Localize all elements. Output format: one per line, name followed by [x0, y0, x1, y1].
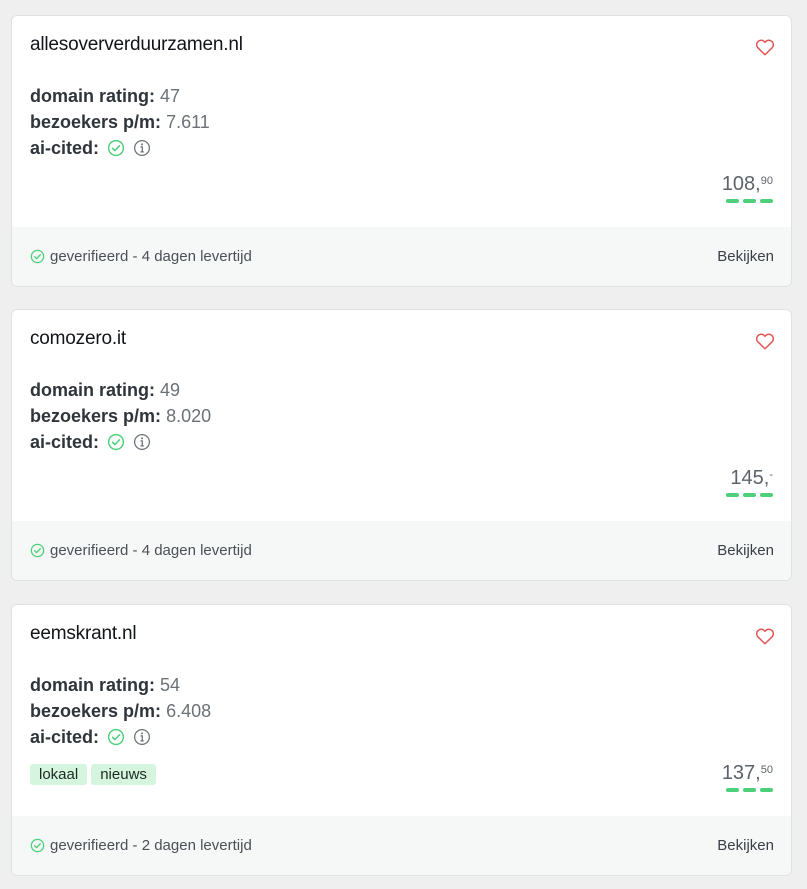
domain-name[interactable]: allesoververduurzamen.nl	[30, 34, 243, 56]
listing-card-footer: geverifieerd - 4 dagen levertijd Bekijke…	[12, 521, 791, 580]
heart-outline-icon[interactable]	[755, 332, 775, 350]
listing-card-footer: geverifieerd - 2 dagen levertijd Bekijke…	[12, 816, 791, 875]
heart-outline-icon[interactable]	[755, 38, 775, 56]
price-indicator-dash	[726, 199, 739, 203]
listing-card: comozero.it domain rating: 49 bezoekers …	[11, 309, 792, 581]
price-indicator-dash	[726, 788, 739, 792]
price-indicator	[722, 788, 773, 792]
stats-block: domain rating: 49 bezoekers p/m: 8.020 a…	[30, 377, 211, 455]
verified-status: geverifieerd - 2 dagen levertijd	[30, 837, 252, 854]
ai-cited-row: ai-cited:	[30, 724, 211, 750]
listing-card-body: comozero.it domain rating: 49 bezoekers …	[12, 310, 791, 522]
domain-name[interactable]: comozero.it	[30, 328, 126, 350]
visitors-row: bezoekers p/m: 7.611	[30, 109, 210, 135]
visitors-label: bezoekers p/m:	[30, 701, 162, 721]
domain-rating-label: domain rating:	[30, 675, 155, 695]
view-button[interactable]: Bekijken	[717, 542, 774, 559]
visitors-label: bezoekers p/m:	[30, 112, 162, 132]
price-main: 137,	[721, 762, 761, 784]
domain-rating-value: 47	[160, 86, 181, 106]
price-indicator-dash	[726, 493, 739, 497]
domain-rating-row: domain rating: 47	[30, 83, 210, 109]
listing-card-body: allesoververduurzamen.nl domain rating: …	[12, 16, 791, 228]
price-indicator	[722, 199, 773, 203]
check-circle-icon	[107, 728, 125, 746]
visitors-value: 8.020	[166, 406, 212, 426]
listing-card-footer: geverifieerd - 4 dagen levertijd Bekijke…	[12, 227, 791, 286]
ai-cited-row: ai-cited:	[30, 429, 211, 455]
price-main: 108,	[721, 173, 761, 195]
visitors-value: 7.611	[166, 112, 210, 132]
stats-block: domain rating: 54 bezoekers p/m: 6.408 a…	[30, 672, 211, 750]
price-indicator-dash	[760, 788, 773, 792]
check-circle-icon	[107, 433, 125, 451]
visitors-row: bezoekers p/m: 8.020	[30, 403, 211, 429]
verified-status: geverifieerd - 4 dagen levertijd	[30, 542, 252, 559]
price-cents: -	[769, 469, 773, 481]
heart-outline-icon[interactable]	[755, 627, 775, 645]
info-circle-icon[interactable]	[133, 433, 151, 451]
ai-cited-label: ai-cited:	[30, 432, 100, 452]
view-button[interactable]: Bekijken	[717, 837, 774, 854]
price-indicator-dash	[760, 199, 773, 203]
verified-status-text: geverifieerd - 4 dagen levertijd	[50, 542, 252, 559]
price-cents: 90	[760, 175, 773, 187]
info-circle-icon[interactable]	[133, 139, 151, 157]
verified-status-text: geverifieerd - 2 dagen levertijd	[50, 837, 252, 854]
tag-lokaal[interactable]: lokaal	[30, 764, 88, 785]
price-cents: 50	[760, 764, 773, 776]
price-indicator-dash	[743, 493, 756, 497]
verified-status-text: geverifieerd - 4 dagen levertijd	[50, 248, 252, 265]
price-indicator-dash	[743, 199, 756, 203]
listing-card-body: eemskrant.nl domain rating: 54 bezoekers…	[12, 605, 791, 817]
domain-rating-value: 54	[160, 675, 181, 695]
check-circle-icon	[107, 139, 125, 157]
domain-rating-value: 49	[160, 380, 181, 400]
ai-cited-label: ai-cited:	[30, 727, 100, 747]
price-indicator-dash	[743, 788, 756, 792]
price-main: 145,	[730, 467, 770, 489]
view-button[interactable]: Bekijken	[717, 248, 774, 265]
price-indicator-dash	[760, 493, 773, 497]
price-block: 137,50	[722, 762, 773, 792]
tag-list: lokaal nieuws	[30, 764, 156, 785]
tag-nieuws[interactable]: nieuws	[91, 764, 156, 785]
domain-rating-label: domain rating:	[30, 86, 155, 106]
domain-rating-label: domain rating:	[30, 380, 155, 400]
verified-status: geverifieerd - 4 dagen levertijd	[30, 248, 252, 265]
check-circle-icon	[30, 543, 45, 558]
listing-card: eemskrant.nl domain rating: 54 bezoekers…	[11, 604, 792, 876]
price-indicator	[726, 493, 773, 497]
check-circle-icon	[30, 249, 45, 264]
domain-name[interactable]: eemskrant.nl	[30, 623, 137, 645]
price-block: 145,-	[726, 467, 773, 497]
visitors-row: bezoekers p/m: 6.408	[30, 698, 211, 724]
price-block: 108,90	[722, 173, 773, 203]
ai-cited-row: ai-cited:	[30, 135, 210, 161]
visitors-value: 6.408	[166, 701, 212, 721]
listing-card: allesoververduurzamen.nl domain rating: …	[11, 15, 792, 287]
check-circle-icon	[30, 838, 45, 853]
domain-rating-row: domain rating: 49	[30, 377, 211, 403]
info-circle-icon[interactable]	[133, 728, 151, 746]
ai-cited-label: ai-cited:	[30, 138, 100, 158]
visitors-label: bezoekers p/m:	[30, 406, 162, 426]
stats-block: domain rating: 47 bezoekers p/m: 7.611 a…	[30, 83, 210, 161]
domain-rating-row: domain rating: 54	[30, 672, 211, 698]
listing-list: allesoververduurzamen.nl domain rating: …	[0, 0, 807, 889]
